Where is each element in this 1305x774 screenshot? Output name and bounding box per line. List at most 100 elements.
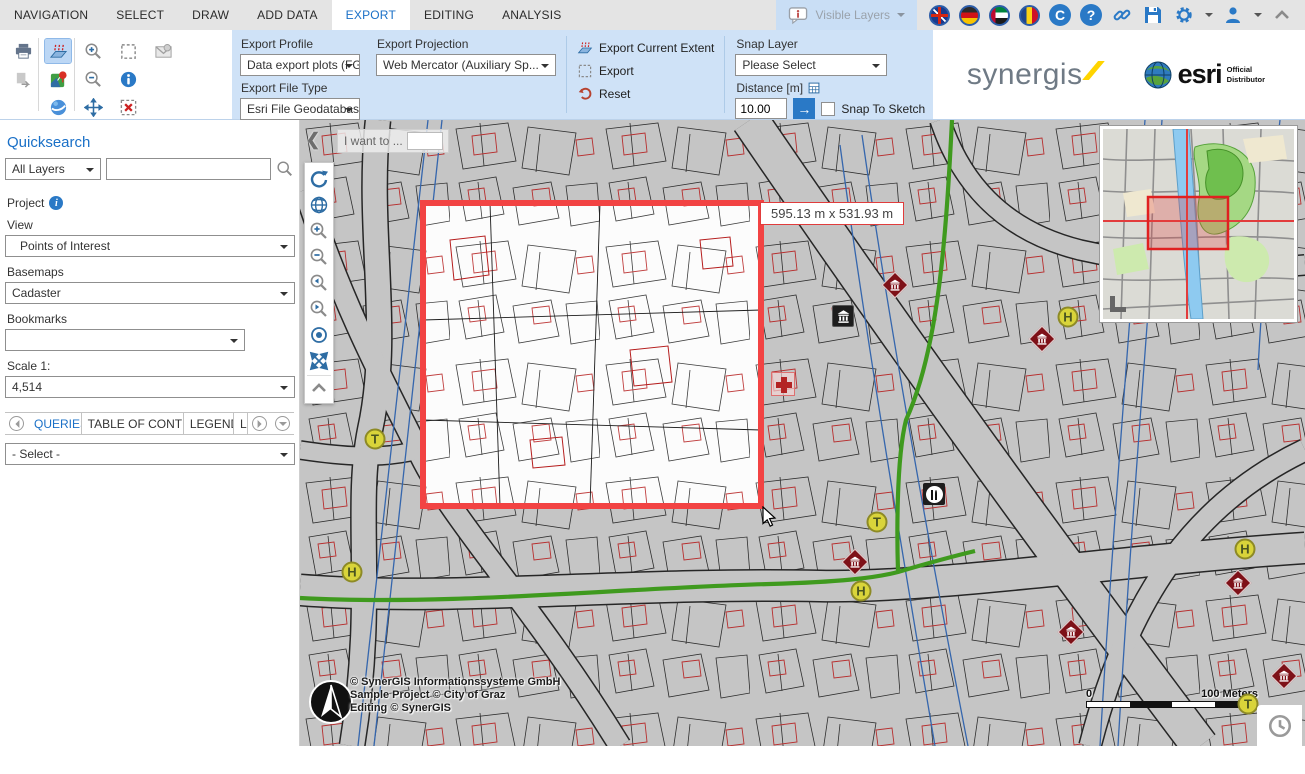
view-label: View xyxy=(7,218,294,232)
synergis-logo: synergis xyxy=(967,58,1101,92)
quicksearch-link[interactable]: Quicksearch xyxy=(7,134,294,151)
poi-t-stop[interactable]: T xyxy=(1238,694,1259,715)
user-button[interactable] xyxy=(1222,4,1244,26)
apply-distance-button[interactable]: → xyxy=(793,98,815,119)
branding-area: synergis esri OfficialDistributor xyxy=(933,30,1305,119)
menu-bar: NAVIGATION SELECT DRAW ADD DATA EXPORT E… xyxy=(0,0,1305,30)
basemaps-label: Basemaps xyxy=(7,265,294,279)
query-select[interactable]: - Select - xyxy=(5,443,295,465)
zoom-next-button[interactable] xyxy=(307,297,331,321)
zoom-out-button[interactable] xyxy=(80,67,106,91)
export-profile-select[interactable]: Data export plots (FGDB) xyxy=(240,54,360,76)
calculator-icon[interactable] xyxy=(807,81,821,95)
menu-add-data[interactable]: ADD DATA xyxy=(243,0,332,30)
visible-layers-dropdown[interactable]: Visible Layers xyxy=(776,0,917,30)
tab-truncated[interactable]: L xyxy=(234,413,248,434)
reset-button[interactable]: Reset xyxy=(577,86,714,102)
menu-analysis[interactable]: ANALYSIS xyxy=(488,0,575,30)
map-pin-button[interactable] xyxy=(45,67,71,91)
map-zoom-out-button[interactable] xyxy=(307,245,331,269)
full-extent-button[interactable] xyxy=(307,349,331,373)
bottom-strip xyxy=(0,746,1305,774)
menubar-right: Visible Layers C ? xyxy=(776,0,1305,30)
export-extent-rectangle[interactable] xyxy=(423,203,761,506)
menu-navigation[interactable]: NAVIGATION xyxy=(0,0,102,30)
zoom-previous-button[interactable] xyxy=(307,271,331,295)
tabs-scroll-right-button[interactable] xyxy=(252,416,267,431)
tab-queries[interactable]: QUERIES xyxy=(28,413,82,434)
poi-t-stop[interactable]: T xyxy=(867,512,888,533)
basemaps-select[interactable]: Cadaster xyxy=(5,282,295,304)
clear-selection-button[interactable] xyxy=(115,95,141,119)
settings-caret-icon xyxy=(1205,13,1213,21)
earth-view-button[interactable] xyxy=(45,95,71,119)
identify-button[interactable] xyxy=(115,67,141,91)
toolbar-icons xyxy=(0,30,232,119)
layer-filter-select[interactable]: All Layers xyxy=(5,158,101,180)
bookmarks-select[interactable] xyxy=(5,329,245,351)
language-romanian-flag-icon[interactable] xyxy=(1019,5,1040,26)
language-german-flag-icon[interactable] xyxy=(959,5,980,26)
default-tool-button[interactable] xyxy=(307,323,331,347)
tab-legend[interactable]: LEGEND xyxy=(184,413,234,434)
export-plot-button[interactable] xyxy=(45,39,71,63)
menu-editing[interactable]: EDITING xyxy=(410,0,488,30)
tabs-expand-button[interactable] xyxy=(275,416,290,431)
menu-select[interactable]: SELECT xyxy=(102,0,178,30)
tab-table-of-content[interactable]: TABLE OF CONTENT xyxy=(82,413,184,434)
overview-collapse-icon[interactable] xyxy=(1108,294,1128,314)
pan-button[interactable] xyxy=(80,95,106,119)
refresh-map-button[interactable] xyxy=(307,167,331,191)
poi-h-stop[interactable]: H xyxy=(1235,539,1256,560)
zoom-in-button[interactable] xyxy=(80,39,106,63)
poi-t-stop[interactable]: T xyxy=(365,429,386,450)
poi-h-stop[interactable]: H xyxy=(851,581,872,602)
export-file-type-select[interactable]: Esri File Geodatabase xyxy=(240,98,360,120)
select-rectangle-button[interactable] xyxy=(115,39,141,63)
poi-pharmacy[interactable] xyxy=(771,372,795,396)
snap-to-sketch-checkbox[interactable] xyxy=(821,102,835,116)
share-link-button[interactable] xyxy=(1111,4,1133,26)
project-info-icon[interactable]: i xyxy=(49,196,63,210)
collapse-sidebar-button[interactable]: ❮ xyxy=(306,130,320,150)
export-projection-select[interactable]: Web Mercator (Auxiliary Sp... xyxy=(376,54,556,76)
c-badge-button[interactable]: C xyxy=(1049,4,1071,26)
poi-h-stop[interactable]: H xyxy=(342,562,363,583)
poi-restaurant[interactable] xyxy=(923,483,945,505)
tabs-scroll-left-button[interactable] xyxy=(9,416,24,431)
language-english-flag-icon[interactable] xyxy=(929,5,950,26)
map-zoom-in-button[interactable] xyxy=(307,219,331,243)
poi-h-stop[interactable]: H xyxy=(1058,307,1079,328)
toolbar-collapse-up-button[interactable] xyxy=(307,375,331,399)
i-want-to-widget[interactable]: I want to ... xyxy=(337,129,449,153)
menu-draw[interactable]: DRAW xyxy=(178,0,243,30)
search-icon[interactable] xyxy=(276,160,294,178)
share-map-button[interactable] xyxy=(10,67,36,91)
distance-input[interactable] xyxy=(735,98,787,119)
overview-extent-rectangle xyxy=(1148,197,1228,249)
scale-select[interactable]: 4,514 xyxy=(5,376,295,398)
help-button[interactable]: ? xyxy=(1080,4,1102,26)
export-button[interactable]: Export xyxy=(577,63,714,79)
quicksearch-input[interactable] xyxy=(106,158,271,180)
north-arrow-compass[interactable] xyxy=(308,679,354,725)
menu-export[interactable]: EXPORT xyxy=(332,0,410,30)
send-mail-button[interactable] xyxy=(150,39,176,63)
full-extent-globe-button[interactable] xyxy=(307,193,331,217)
export-projection-panel: Export Projection Web Mercator (Auxiliar… xyxy=(368,30,564,119)
overview-map[interactable] xyxy=(1099,125,1298,323)
view-select[interactable]: Points of Interest xyxy=(5,235,295,257)
settings-button[interactable] xyxy=(1173,4,1195,26)
i-want-to-input[interactable] xyxy=(407,132,443,150)
collapse-toolbar-button[interactable] xyxy=(1271,4,1293,26)
time-slider-button[interactable] xyxy=(1257,705,1302,746)
save-button[interactable] xyxy=(1142,4,1164,26)
map-viewport[interactable]: ❮ I want to ... 595.13 m x 531.93 m HTTH… xyxy=(300,120,1305,746)
poi-museum-square[interactable] xyxy=(832,305,854,327)
language-arabic-flag-icon[interactable] xyxy=(989,5,1010,26)
snap-layer-select[interactable]: Please Select xyxy=(735,54,887,76)
export-file-type-label: Export File Type xyxy=(241,81,360,95)
esri-logo: esri OfficialDistributor xyxy=(1143,59,1265,90)
print-button[interactable] xyxy=(10,39,36,63)
export-current-extent-button[interactable]: Export Current Extent xyxy=(577,40,714,56)
